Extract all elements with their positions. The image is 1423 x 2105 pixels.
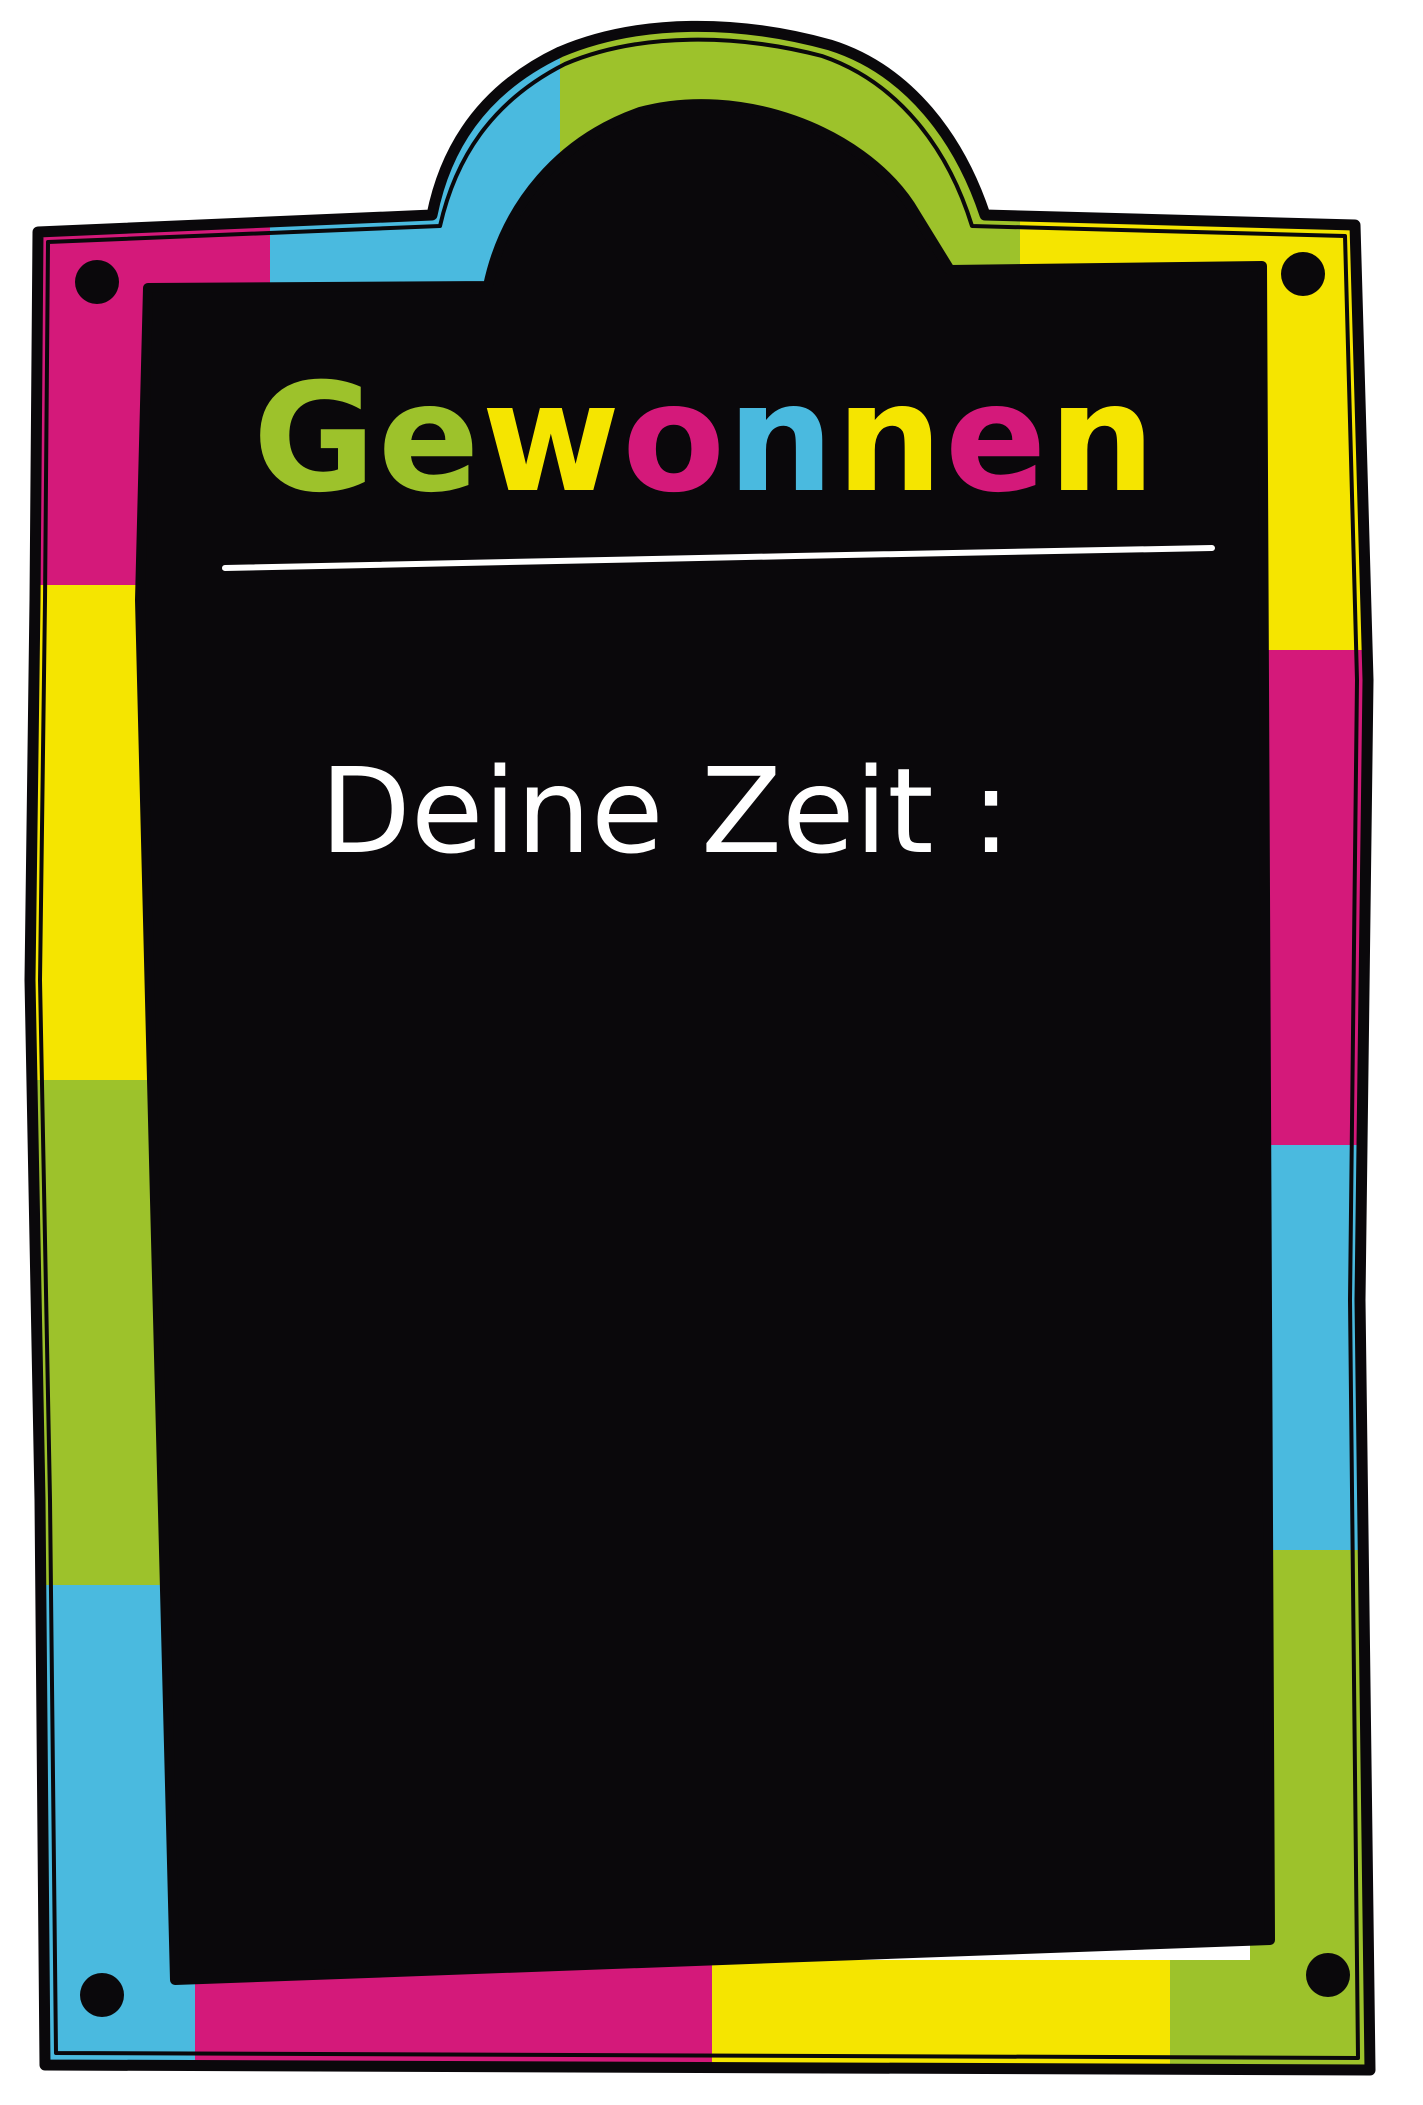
frame-segment-right-blue [1250,1145,1370,1555]
frame-segment-right-pink [1250,650,1370,1150]
time-label: Deine Zeit : [320,742,1011,880]
frame-segment-left-green [30,1080,175,1590]
title-gewonnen: Gewonnen [253,352,1158,526]
screw-bottom-right [1306,1953,1350,1997]
title-letter: n [1049,352,1158,526]
screw-top-left [75,260,119,304]
title-letter: G [253,352,378,526]
title-letter: n [836,352,945,526]
title-letter: w [482,352,623,526]
screw-bottom-left [80,1973,124,2017]
screw-top-right [1281,252,1325,296]
frame-segment-right-yellow [1250,200,1370,655]
title-letter: o [622,352,727,526]
frame-segment-bottom-green [1170,1960,1370,2070]
frame-segment-bottom-yellow [712,1960,1172,2070]
title-letter: e [378,352,482,526]
frame-segment-bottom-pink [195,1960,715,2070]
title-letter: n [727,352,836,526]
title-letter: e [945,352,1049,526]
win-chalkboard: Gewonnen Deine Zeit : [24,20,1376,2076]
